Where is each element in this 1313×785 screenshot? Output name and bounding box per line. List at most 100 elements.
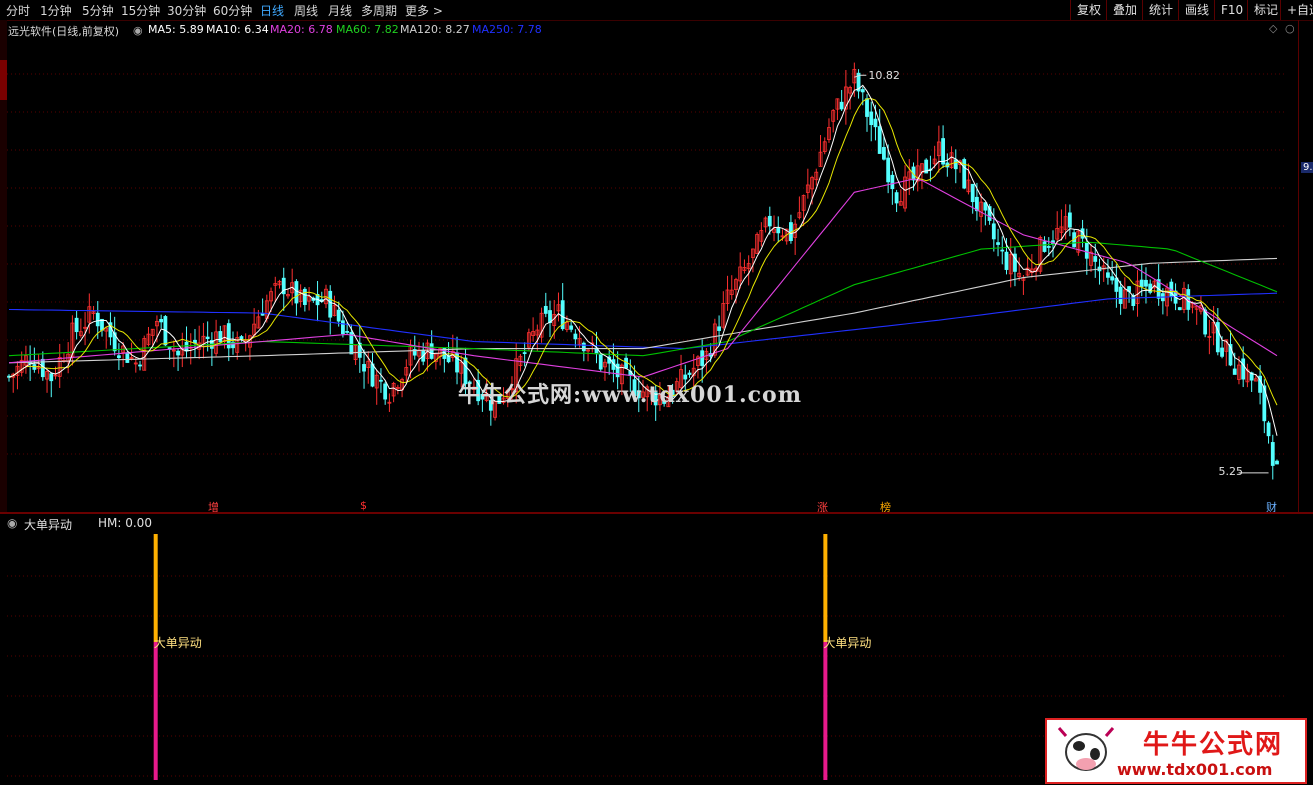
candle-body [184,341,189,352]
kline-chart[interactable]: 10.82 5.25 [7,36,1285,512]
candle-body [890,174,895,190]
candle-body [569,325,574,330]
candle-body [260,313,265,316]
draw-button[interactable]: 画线 [1178,0,1215,20]
ma120-value: MA120: 8.27 [400,23,470,36]
candle-body [116,355,121,358]
tab-monthly[interactable]: 月线 [328,2,352,19]
ma5-value: MA5: 5.89 [148,23,204,36]
logo-title: 牛牛公式网 [1143,730,1284,760]
candle-body [767,215,772,227]
candle-body [49,373,54,382]
candle-body [522,352,527,355]
candle-body [717,326,721,331]
tab-30min[interactable]: 30分钟 [167,2,206,19]
candle-body [894,192,899,204]
candle-body [302,288,307,305]
f10-button[interactable]: F10 [1214,0,1249,20]
candle-body [138,364,142,367]
candle-body [991,223,996,240]
tab-60min[interactable]: 60分钟 [213,2,252,19]
marker-dollar[interactable]: $ [360,499,367,512]
candle-body [336,309,341,322]
candle-body [1131,295,1136,306]
signal-bar-bottom [823,642,828,780]
candle-body [581,342,586,352]
ma60-value: MA60: 7.82 [336,23,399,36]
tab-1min[interactable]: 1分钟 [40,2,72,19]
tab-daily[interactable]: 日线 [260,2,284,19]
candle-body [886,157,891,183]
overlay-button[interactable]: 叠加 [1106,0,1143,20]
candle-body [877,126,882,154]
candle-body [1046,246,1051,248]
tab-multi-period[interactable]: 多周期 [361,2,397,19]
left-side-strip[interactable] [0,20,7,513]
candle-body [218,331,223,343]
candle-body [370,363,375,387]
candle-body [860,89,865,93]
candle-body [970,183,975,203]
candle-body [839,101,844,110]
site-logo: 牛牛公式网 www.tdx001.com [1045,718,1307,784]
candle-body [953,159,958,170]
candle-body [383,383,388,400]
candle-body [869,111,874,126]
candle-body [159,319,164,323]
signal-label: 大单异动 [154,636,202,650]
candle-body [865,98,869,117]
cow-mascot-icon [1057,727,1115,771]
diamond-icon[interactable]: ◇ [1269,22,1277,35]
right-price-axis: 9. [1298,20,1313,513]
candle-body [341,320,345,335]
high-price-label: 10.82 [868,69,900,82]
candle-body [615,363,620,378]
candle-body [1042,241,1047,252]
candle-body [345,330,350,333]
candle-body [1118,286,1123,304]
candle-body [700,350,705,366]
candle-body [776,228,781,234]
signal-label: 大单异动 [823,636,871,650]
candle-body [1270,442,1275,466]
candle-body [573,333,578,340]
candle-body [687,372,692,375]
candle-body [996,242,1000,245]
candle-body [1220,347,1224,357]
settings-ring-icon[interactable]: ○ [1285,22,1295,35]
stats-button[interactable]: 统计 [1142,0,1179,20]
candle-body [362,364,366,372]
candle-body [1177,307,1182,311]
tab-weekly[interactable]: 周线 [294,2,318,19]
candle-body [1241,358,1246,380]
candle-body [125,352,130,363]
candle-body [379,379,383,382]
tab-fenshi[interactable]: 分时 [6,2,30,19]
ma20-value: MA20: 6.78 [270,23,333,36]
add-watchlist-button[interactable]: +自选 [1280,0,1313,20]
side-tab-marker[interactable] [0,60,7,100]
candle-body [205,336,210,339]
signal-bar-top [153,534,158,642]
candle-body [1106,272,1110,278]
candle-body [941,138,945,165]
candle-body [1067,212,1072,228]
candle-body [1110,276,1115,281]
watermark-text: 牛牛公式网:www.tdx001.com [458,382,802,408]
candle-body [1144,279,1148,287]
candle-body [429,343,434,359]
candle-body [328,290,333,318]
mark-button[interactable]: 标记 [1247,0,1284,20]
candle-body [176,350,180,356]
logo-url: www.tdx001.com [1117,760,1273,779]
tab-15min[interactable]: 15分钟 [121,2,160,19]
signal-bar-bottom [153,642,158,780]
candle-body [1275,460,1279,465]
candle-body [1000,249,1005,252]
tab-more[interactable]: 更多 > [405,2,443,19]
tab-5min[interactable]: 5分钟 [82,2,114,19]
fuquan-button[interactable]: 复权 [1070,0,1107,20]
candle-body [1093,256,1098,262]
candle-body [543,305,548,314]
candle-body [1232,368,1237,375]
